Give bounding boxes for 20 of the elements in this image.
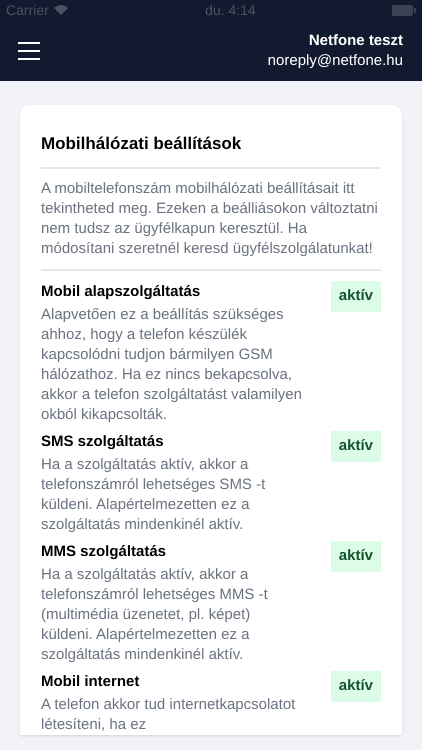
service-description: A telefon akkor tud internetkapcsolatot létesíteni, ha ez	[41, 695, 296, 735]
status-badge: aktív	[330, 281, 381, 312]
intro-text: A mobiltelefonszám mobilhálózati beállításait itt tekintheted meg. Ezeken a beálliásokon változtatni nem tudsz az ügyfélkapun keresztül. Ha módosítani szeretnél keresd ügyfélszolgálatunkat!	[41, 179, 379, 259]
service-description: Ha a szolgáltatás aktív, akkor a telefonszámról lehetséges MMS -t (multimédia üzenetet, pl. képet) küldeni. Alapértelmezetten ez a szolgáltatás mindenkinél aktív.	[41, 565, 269, 665]
battery-icon	[392, 4, 416, 16]
service-title: Mobil alapszolgáltatás	[41, 282, 202, 302]
card-title: Mobilhálózati beállítások	[41, 133, 242, 155]
status-time: du. 4:14	[205, 0, 256, 20]
wifi-icon	[52, 4, 69, 16]
status-badge: aktív	[330, 541, 381, 572]
user-email: noreply@netfone.hu	[268, 50, 403, 70]
service-title: Mobil internet	[41, 672, 140, 692]
carrier-label: Carrier	[6, 0, 49, 20]
user-name: Netfone teszt	[308, 30, 403, 50]
service-title: SMS szolgáltatás	[41, 432, 165, 452]
status-badge: aktív	[330, 671, 381, 702]
service-description: Ha a szolgáltatás aktív, akkor a telefonszámról lehetséges SMS -t küldeni. Alapértelmezetten ez a szolgáltatás mindenkinél aktív.	[41, 455, 266, 535]
service-title: MMS szolgáltatás	[41, 542, 168, 562]
service-description: Alapvetően ez a beállítás szükséges ahhoz, hogy a telefon készülék kapcsolódni tudjon bármilyen GSM hálózathoz. Ha ez nincs bekapcsolva, akkor a telefon szolgáltatást valamilyen okból kikapcsolták.	[41, 305, 303, 425]
status-badge: aktív	[330, 431, 381, 462]
